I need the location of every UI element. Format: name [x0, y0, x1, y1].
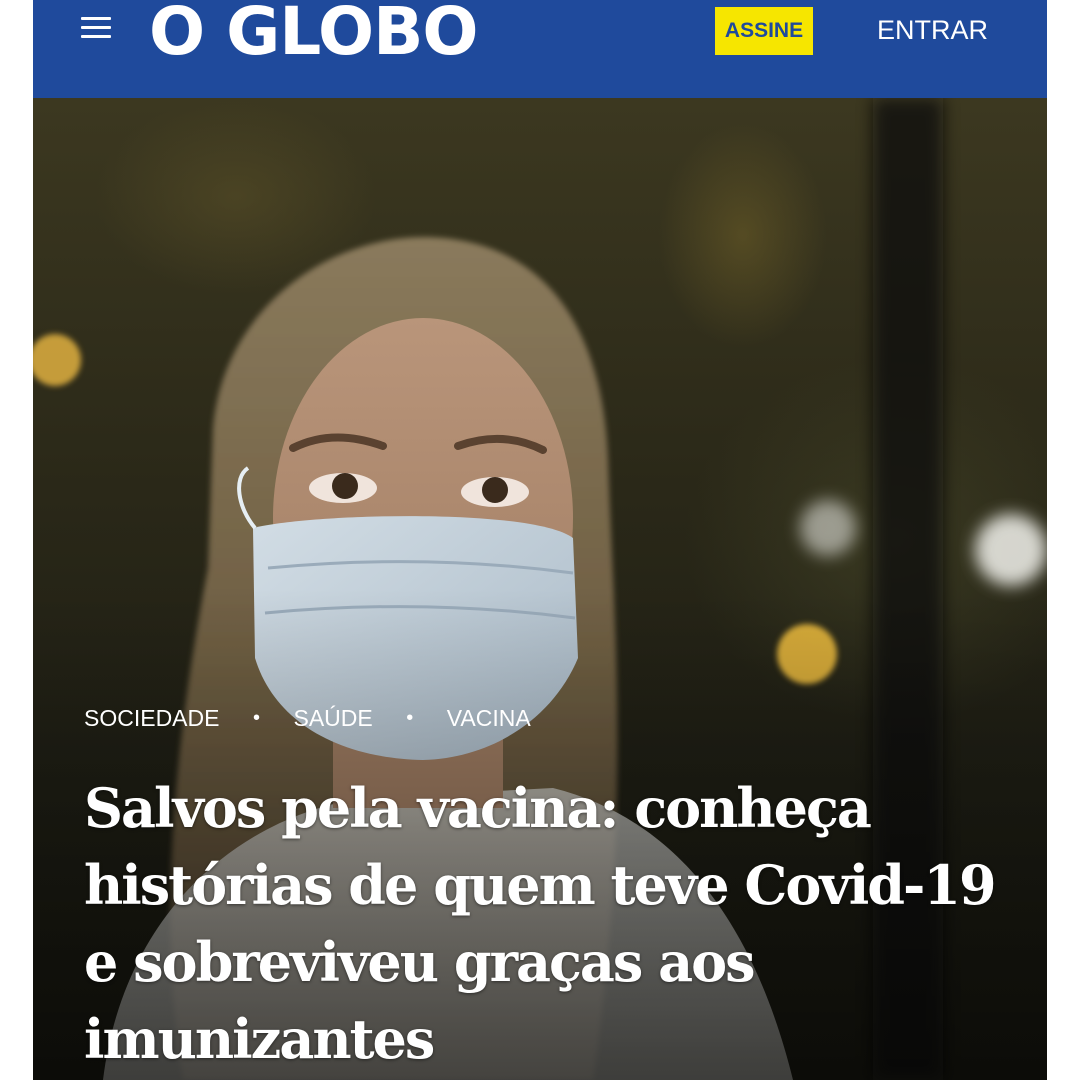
tag-saude[interactable]: SAÚDE	[293, 703, 372, 733]
hamburger-menu-icon[interactable]	[81, 17, 111, 39]
menu-line	[81, 35, 111, 38]
tag-separator: •	[252, 707, 260, 729]
subscribe-button[interactable]: ASSINE	[715, 7, 813, 55]
article-tags: SOCIEDADE • SAÚDE • VACINA	[84, 703, 531, 733]
article-headline[interactable]: Salvos pela vacina: conheça histórias de…	[84, 770, 1024, 1078]
menu-line	[81, 26, 111, 29]
login-link[interactable]: ENTRAR	[877, 10, 988, 50]
screenshot-frame: O GLOBO ASSINE ENTRAR SOCIEDADE • SAÚDE …	[33, 0, 1047, 1080]
tag-vacina[interactable]: VACINA	[447, 703, 531, 733]
site-header: O GLOBO ASSINE ENTRAR	[33, 0, 1047, 98]
menu-line	[81, 17, 111, 20]
tag-separator: •	[406, 707, 414, 729]
site-logo[interactable]: O GLOBO	[149, 0, 478, 72]
tag-sociedade[interactable]: SOCIEDADE	[84, 703, 219, 733]
